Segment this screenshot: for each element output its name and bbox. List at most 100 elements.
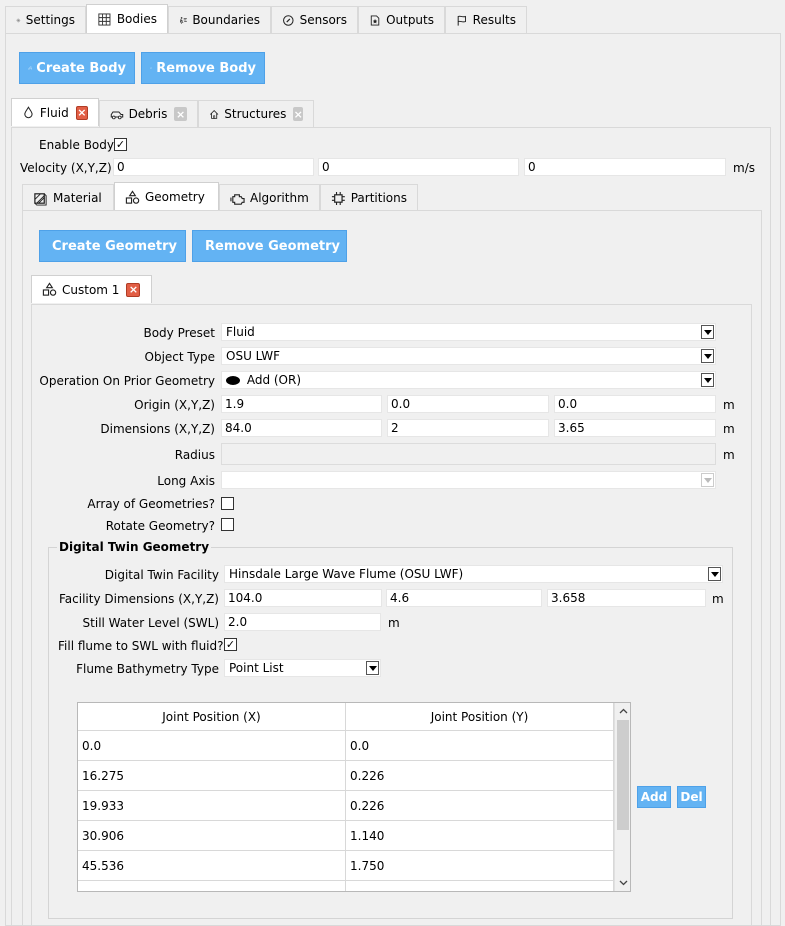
operation-select[interactable]: Add (OR) [221, 371, 716, 389]
chevron-down-icon [701, 373, 714, 387]
tab-outputs[interactable]: Outputs [358, 6, 445, 33]
tab-fluid[interactable]: Fluid × [11, 98, 99, 126]
chevron-down-icon [701, 325, 714, 339]
object-type-label: Object Type [144, 350, 215, 364]
tab-material[interactable]: Material [22, 184, 114, 211]
geometry-tab-bar: Custom 1 × [31, 275, 152, 303]
table-cell[interactable]: 19.933 [78, 791, 346, 821]
operation-value: Add (OR) [246, 373, 302, 387]
close-icon[interactable]: × [293, 107, 303, 121]
tab-label: Outputs [386, 13, 434, 27]
body-preset-select[interactable]: Fluid [221, 323, 716, 341]
origin-z-input[interactable]: 0.0 [554, 395, 716, 413]
tab-structures[interactable]: Structures × [198, 100, 314, 127]
table-cell[interactable]: 0.0 [78, 731, 346, 761]
chevron-down-icon [708, 567, 721, 581]
material-icon [34, 192, 47, 206]
bathymetry-type-select[interactable]: Point List [224, 659, 381, 677]
tab-settings[interactable]: Settings [5, 6, 86, 33]
facility-dims-y-input[interactable]: 4.6 [386, 589, 542, 607]
tab-custom-1[interactable]: Custom 1 × [31, 275, 152, 303]
velocity-y-input[interactable]: 0 [318, 158, 519, 176]
flag-icon [457, 15, 466, 26]
table-cell[interactable]: 30.906 [78, 821, 346, 851]
tab-boundaries[interactable]: Boundaries [168, 6, 271, 33]
remove-geometry-label: Remove Geometry [205, 238, 341, 254]
tab-geometry[interactable]: Geometry [114, 182, 219, 211]
house-icon [209, 109, 219, 119]
car-icon [110, 110, 124, 119]
rotate-geometry-checkbox[interactable] [221, 518, 234, 531]
long-axis-select[interactable] [221, 471, 716, 489]
tab-partitions[interactable]: Partitions [320, 184, 418, 211]
radius-unit: m [723, 448, 735, 462]
facility-label: Digital Twin Facility [104, 568, 219, 582]
origin-x-input[interactable]: 1.9 [221, 395, 382, 413]
origin-y-input[interactable]: 0.0 [387, 395, 549, 413]
tab-debris[interactable]: Debris × [99, 100, 198, 127]
close-icon[interactable]: × [174, 107, 187, 121]
tab-label: Debris [128, 107, 168, 121]
table-cell[interactable]: 1.750 [346, 851, 614, 881]
remove-geometry-button[interactable]: Remove Geometry [192, 230, 347, 262]
create-body-button[interactable]: Create Body [19, 52, 135, 84]
table-cell[interactable]: 1.140 [346, 821, 614, 851]
tab-algorithm[interactable]: Algorithm [219, 184, 320, 211]
radius-input[interactable] [221, 443, 716, 465]
table-cell[interactable]: 0.226 [346, 761, 614, 791]
facility-select[interactable]: Hinsdale Large Wave Flume (OSU LWF) [224, 565, 723, 583]
dimensions-y-input[interactable]: 2 [387, 419, 549, 437]
velocity-x-input[interactable]: 0 [113, 158, 314, 176]
dimensions-z-input[interactable]: 3.65 [554, 419, 716, 437]
fill-flume-checkbox[interactable]: ✓ [224, 638, 237, 651]
create-geometry-button[interactable]: Create Geometry [39, 230, 186, 262]
facility-dims-x-input[interactable]: 104.0 [224, 589, 382, 607]
enable-body-label: Enable Body [39, 138, 114, 152]
outputs-icon [370, 15, 380, 25]
velocity-label: Velocity (X,Y,Z) [20, 161, 112, 175]
table-cell[interactable]: 82.106 [78, 881, 346, 891]
top-tab-bar: Settings Bodies Boundaries Sensors Outpu… [5, 4, 527, 33]
tab-results[interactable]: Results [445, 6, 527, 33]
origin-label: Origin (X,Y,Z) [134, 398, 215, 412]
column-header-x[interactable]: Joint Position (X) [78, 703, 346, 731]
scroll-thumb[interactable] [617, 720, 629, 830]
facility-dims-z-input[interactable]: 3.658 [547, 589, 706, 607]
close-icon[interactable]: × [75, 105, 88, 120]
remove-body-button[interactable]: Remove Body [141, 52, 265, 84]
create-body-label: Create Body [36, 60, 126, 76]
table-cell[interactable]: 1.750 [346, 881, 614, 891]
column-header-y[interactable]: Joint Position (Y) [346, 703, 614, 731]
table-cell[interactable]: 0.0 [346, 731, 614, 761]
enable-body-checkbox[interactable]: ✓ [114, 138, 127, 151]
array-geometries-checkbox[interactable] [221, 497, 234, 510]
body-tab-bar: Fluid × Debris × Structures × [11, 98, 314, 127]
table-cell[interactable]: 45.536 [78, 851, 346, 881]
swl-input[interactable]: 2.0 [224, 613, 381, 631]
delete-row-button[interactable]: Del [677, 786, 706, 808]
add-row-button[interactable]: Add [637, 786, 671, 808]
pencil-plus-icon [28, 66, 32, 70]
swl-unit: m [388, 616, 400, 630]
tab-bodies[interactable]: Bodies [86, 4, 168, 33]
body-preset-value: Fluid [226, 325, 255, 339]
dimensions-label: Dimensions (X,Y,Z) [100, 422, 215, 436]
table-cell[interactable]: 16.275 [78, 761, 346, 791]
velocity-z-input[interactable]: 0 [524, 158, 726, 176]
scroll-down-icon[interactable] [615, 877, 630, 889]
bathymetry-type-value: Point List [229, 661, 284, 675]
table-scrollbar[interactable] [614, 703, 630, 891]
dimensions-x-input[interactable]: 84.0 [221, 419, 382, 437]
bathymetry-table[interactable]: Joint Position (X) Joint Position (Y) 0.… [77, 702, 631, 892]
close-icon[interactable]: × [126, 282, 141, 297]
object-type-select[interactable]: OSU LWF [221, 347, 716, 365]
tab-label: Geometry [145, 190, 205, 204]
gear-icon [16, 18, 21, 22]
tab-sensors[interactable]: Sensors [271, 6, 358, 33]
origin-unit: m [723, 398, 735, 412]
tab-label: Material [53, 191, 102, 205]
table-cell[interactable]: 0.226 [346, 791, 614, 821]
drop-icon [24, 106, 33, 119]
wind-icon [180, 16, 187, 24]
scroll-up-icon[interactable] [615, 705, 630, 717]
